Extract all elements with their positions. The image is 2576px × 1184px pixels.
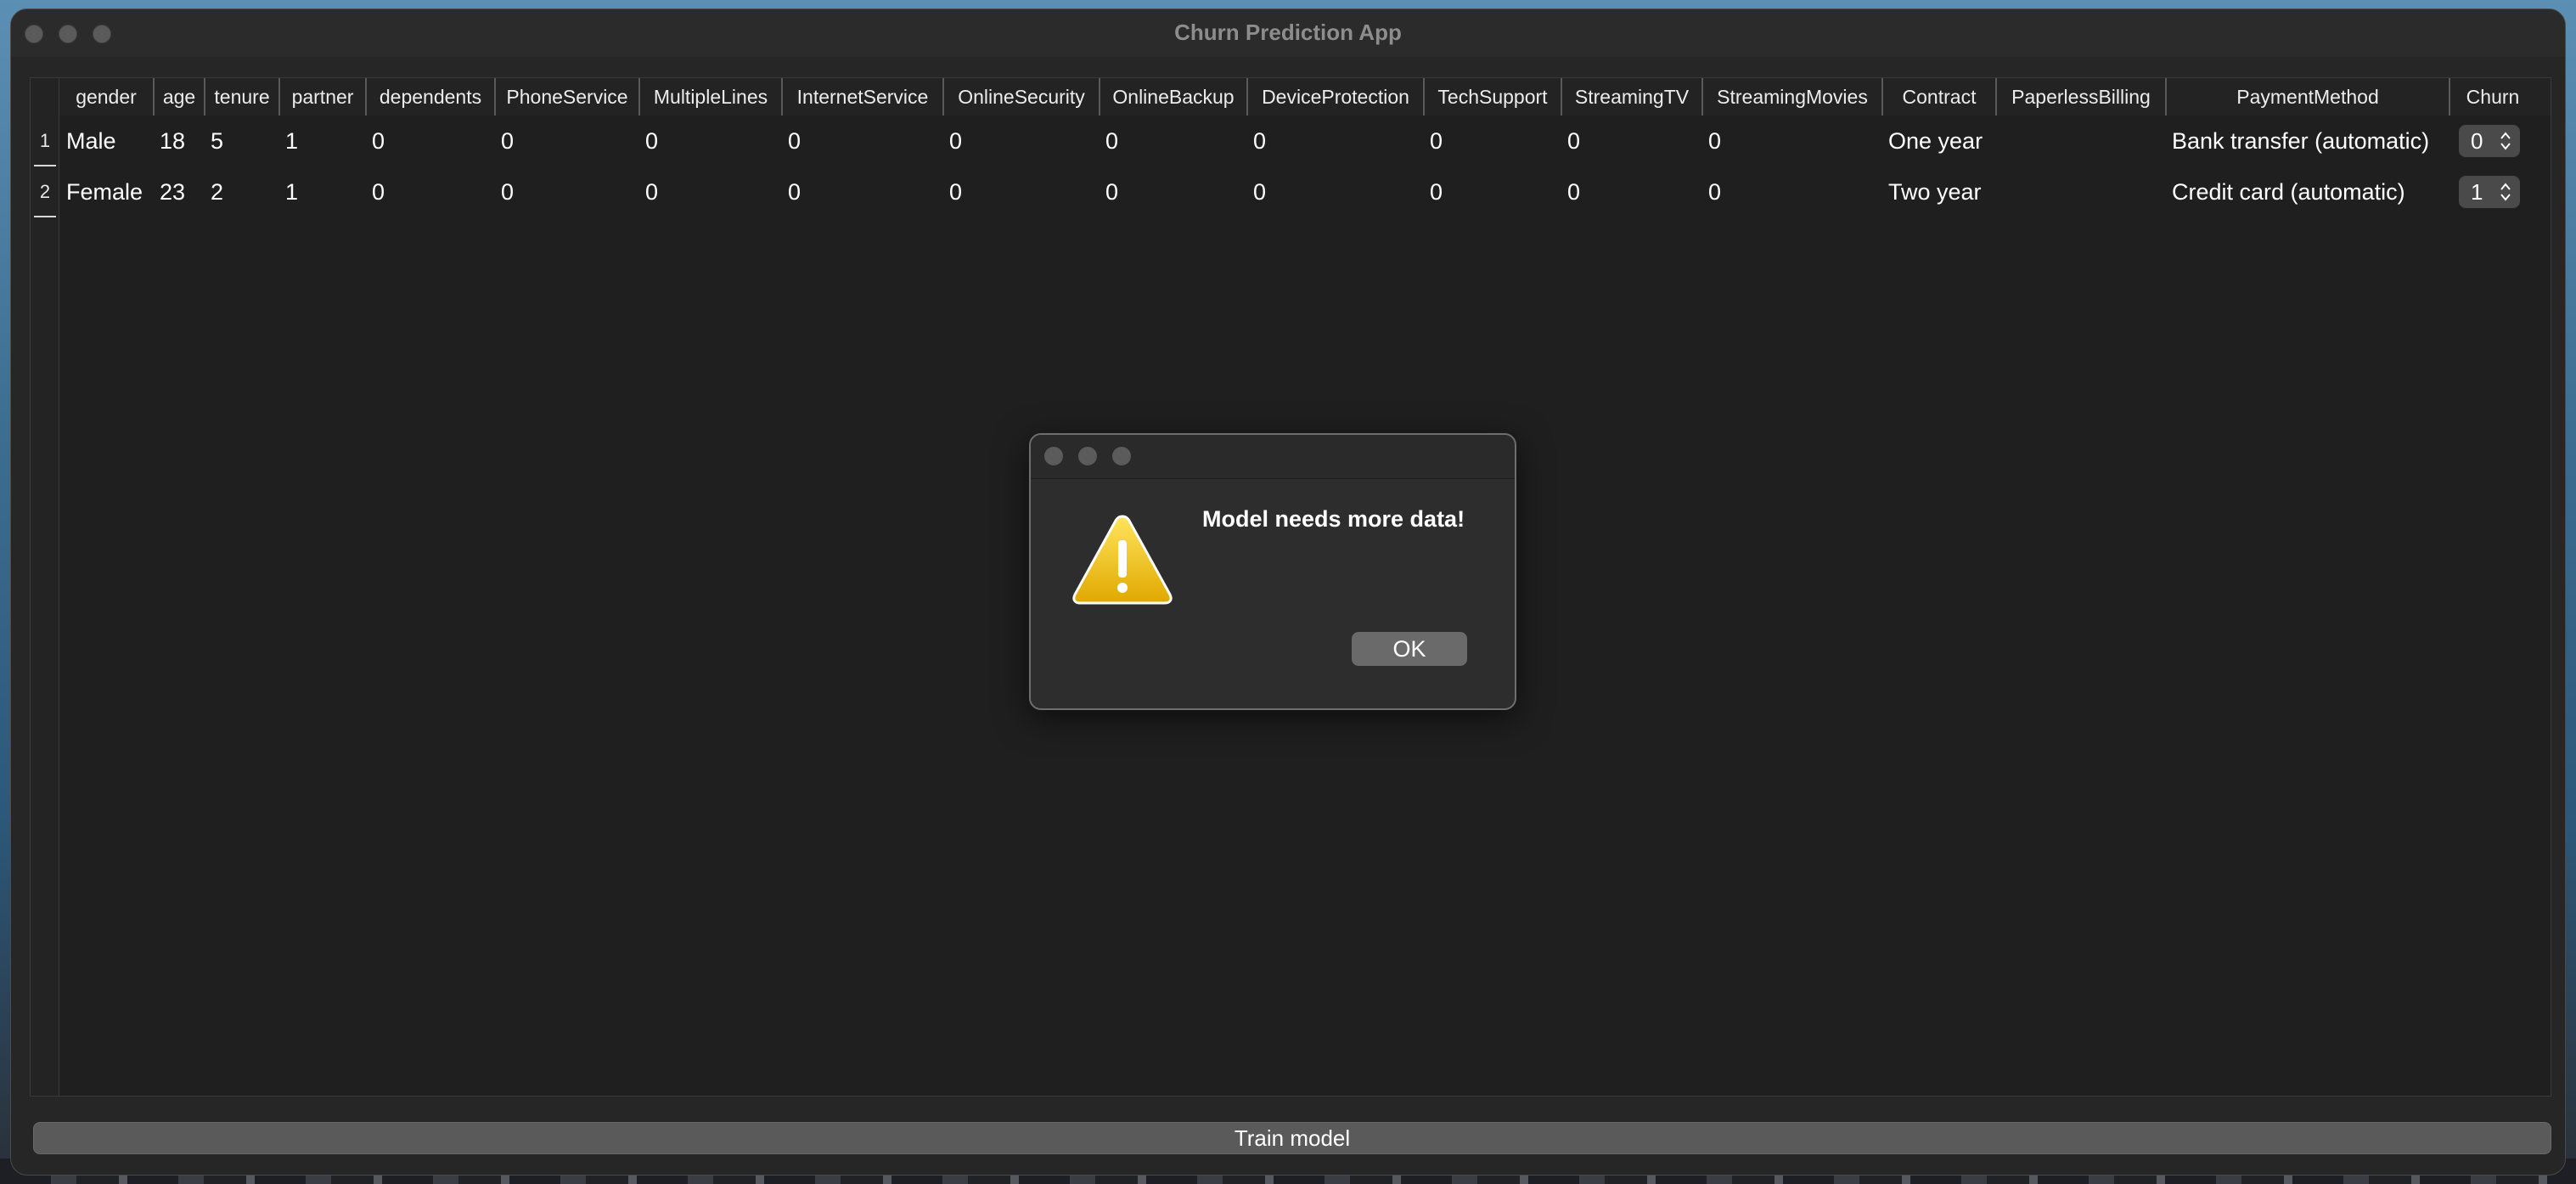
- dialog-close-button[interactable]: [1044, 447, 1063, 465]
- table-cell[interactable]: 0: [1099, 116, 1118, 166]
- column-header-gender[interactable]: gender: [59, 78, 153, 116]
- table-cell[interactable]: 1: [278, 166, 298, 217]
- train-model-button[interactable]: Train model: [33, 1122, 2551, 1154]
- column-header-streamingtv[interactable]: StreamingTV: [1561, 78, 1701, 116]
- stepper-arrows-icon: [2500, 183, 2511, 201]
- table-cell[interactable]: 0: [1246, 166, 1266, 217]
- table-cell[interactable]: 0: [1701, 116, 1721, 166]
- column-header-techsupport[interactable]: TechSupport: [1423, 78, 1561, 116]
- table-cell[interactable]: 0: [1561, 116, 1580, 166]
- dialog-title-bar: [1031, 435, 1515, 479]
- table-cell[interactable]: Male: [59, 116, 116, 166]
- table-cell[interactable]: 0: [781, 116, 801, 166]
- churn-spinbox[interactable]: 0: [2459, 125, 2520, 157]
- table-cell[interactable]: 0: [1099, 166, 1118, 217]
- table-cell[interactable]: 0: [1246, 116, 1266, 166]
- table-cell[interactable]: 0: [942, 166, 962, 217]
- table-cell[interactable]: [1995, 116, 2002, 166]
- column-header-multiplelines[interactable]: MultipleLines: [638, 78, 781, 116]
- dialog-zoom-button[interactable]: [1112, 447, 1131, 465]
- column-header-onlinesecurity[interactable]: OnlineSecurity: [942, 78, 1099, 116]
- window-title: Churn Prediction App: [1174, 20, 1402, 45]
- table-cell[interactable]: 5: [204, 116, 223, 166]
- table-cell[interactable]: 23: [153, 166, 185, 217]
- column-header-churn[interactable]: Churn: [2449, 78, 2535, 116]
- table-cell[interactable]: 1: [278, 116, 298, 166]
- column-header-age[interactable]: age: [153, 78, 204, 116]
- column-header-onlinebackup[interactable]: OnlineBackup: [1099, 78, 1246, 116]
- table-cell[interactable]: 0: [781, 166, 801, 217]
- churn-value: 0: [2471, 128, 2483, 154]
- table-cell[interactable]: 0: [365, 116, 385, 166]
- table-cell[interactable]: 0: [638, 166, 658, 217]
- table-cell[interactable]: Bank transfer (automatic): [2165, 116, 2429, 166]
- ok-button[interactable]: OK: [1352, 632, 1467, 666]
- column-header-phoneservice[interactable]: PhoneService: [494, 78, 638, 116]
- table-cell[interactable]: [1995, 166, 2002, 217]
- churn-spinbox[interactable]: 1: [2459, 176, 2520, 208]
- row-number[interactable]: 1: [31, 116, 59, 166]
- column-header-dependents[interactable]: dependents: [365, 78, 494, 116]
- table-cell[interactable]: Two year: [1881, 166, 1982, 217]
- column-header-internetservice[interactable]: InternetService: [781, 78, 942, 116]
- column-header-partner[interactable]: partner: [278, 78, 365, 116]
- table-cell[interactable]: One year: [1881, 116, 1983, 166]
- warning-icon: [1072, 515, 1173, 605]
- table-cell[interactable]: 0: [494, 116, 514, 166]
- table-cell[interactable]: 0: [1423, 116, 1443, 166]
- row-number[interactable]: 2: [31, 166, 59, 217]
- churn-value: 1: [2471, 179, 2483, 205]
- table-cell[interactable]: Female: [59, 166, 143, 217]
- table-cell[interactable]: 0: [365, 166, 385, 217]
- table-cell[interactable]: 0: [1701, 166, 1721, 217]
- column-header-deviceprotection[interactable]: DeviceProtection: [1246, 78, 1423, 116]
- row-header: 1 2: [31, 78, 59, 1096]
- column-header-streamingmovies[interactable]: StreamingMovies: [1701, 78, 1881, 116]
- column-header-contract[interactable]: Contract: [1881, 78, 1995, 116]
- column-header-paymentmethod[interactable]: PaymentMethod: [2165, 78, 2449, 116]
- table-cell[interactable]: 0: [942, 116, 962, 166]
- table-cell[interactable]: 0: [1561, 166, 1580, 217]
- table-cell[interactable]: 0: [494, 166, 514, 217]
- table-cell[interactable]: 0: [638, 116, 658, 166]
- column-header: gender age tenure partner dependents Pho…: [59, 78, 2551, 116]
- dialog-minimize-button[interactable]: [1078, 447, 1097, 465]
- table-cell[interactable]: Credit card (automatic): [2165, 166, 2405, 217]
- stepper-arrows-icon: [2500, 132, 2511, 150]
- column-header-tenure[interactable]: tenure: [204, 78, 278, 116]
- table-cell[interactable]: 2: [204, 166, 223, 217]
- column-header-paperlessbilling[interactable]: PaperlessBilling: [1995, 78, 2165, 116]
- title-bar: Churn Prediction App: [11, 9, 2565, 57]
- dialog-message: Model needs more data!: [1202, 506, 1465, 532]
- table-cell[interactable]: 0: [1423, 166, 1443, 217]
- table-cell[interactable]: 18: [153, 116, 185, 166]
- alert-dialog: Model needs more data! OK: [1029, 433, 1516, 710]
